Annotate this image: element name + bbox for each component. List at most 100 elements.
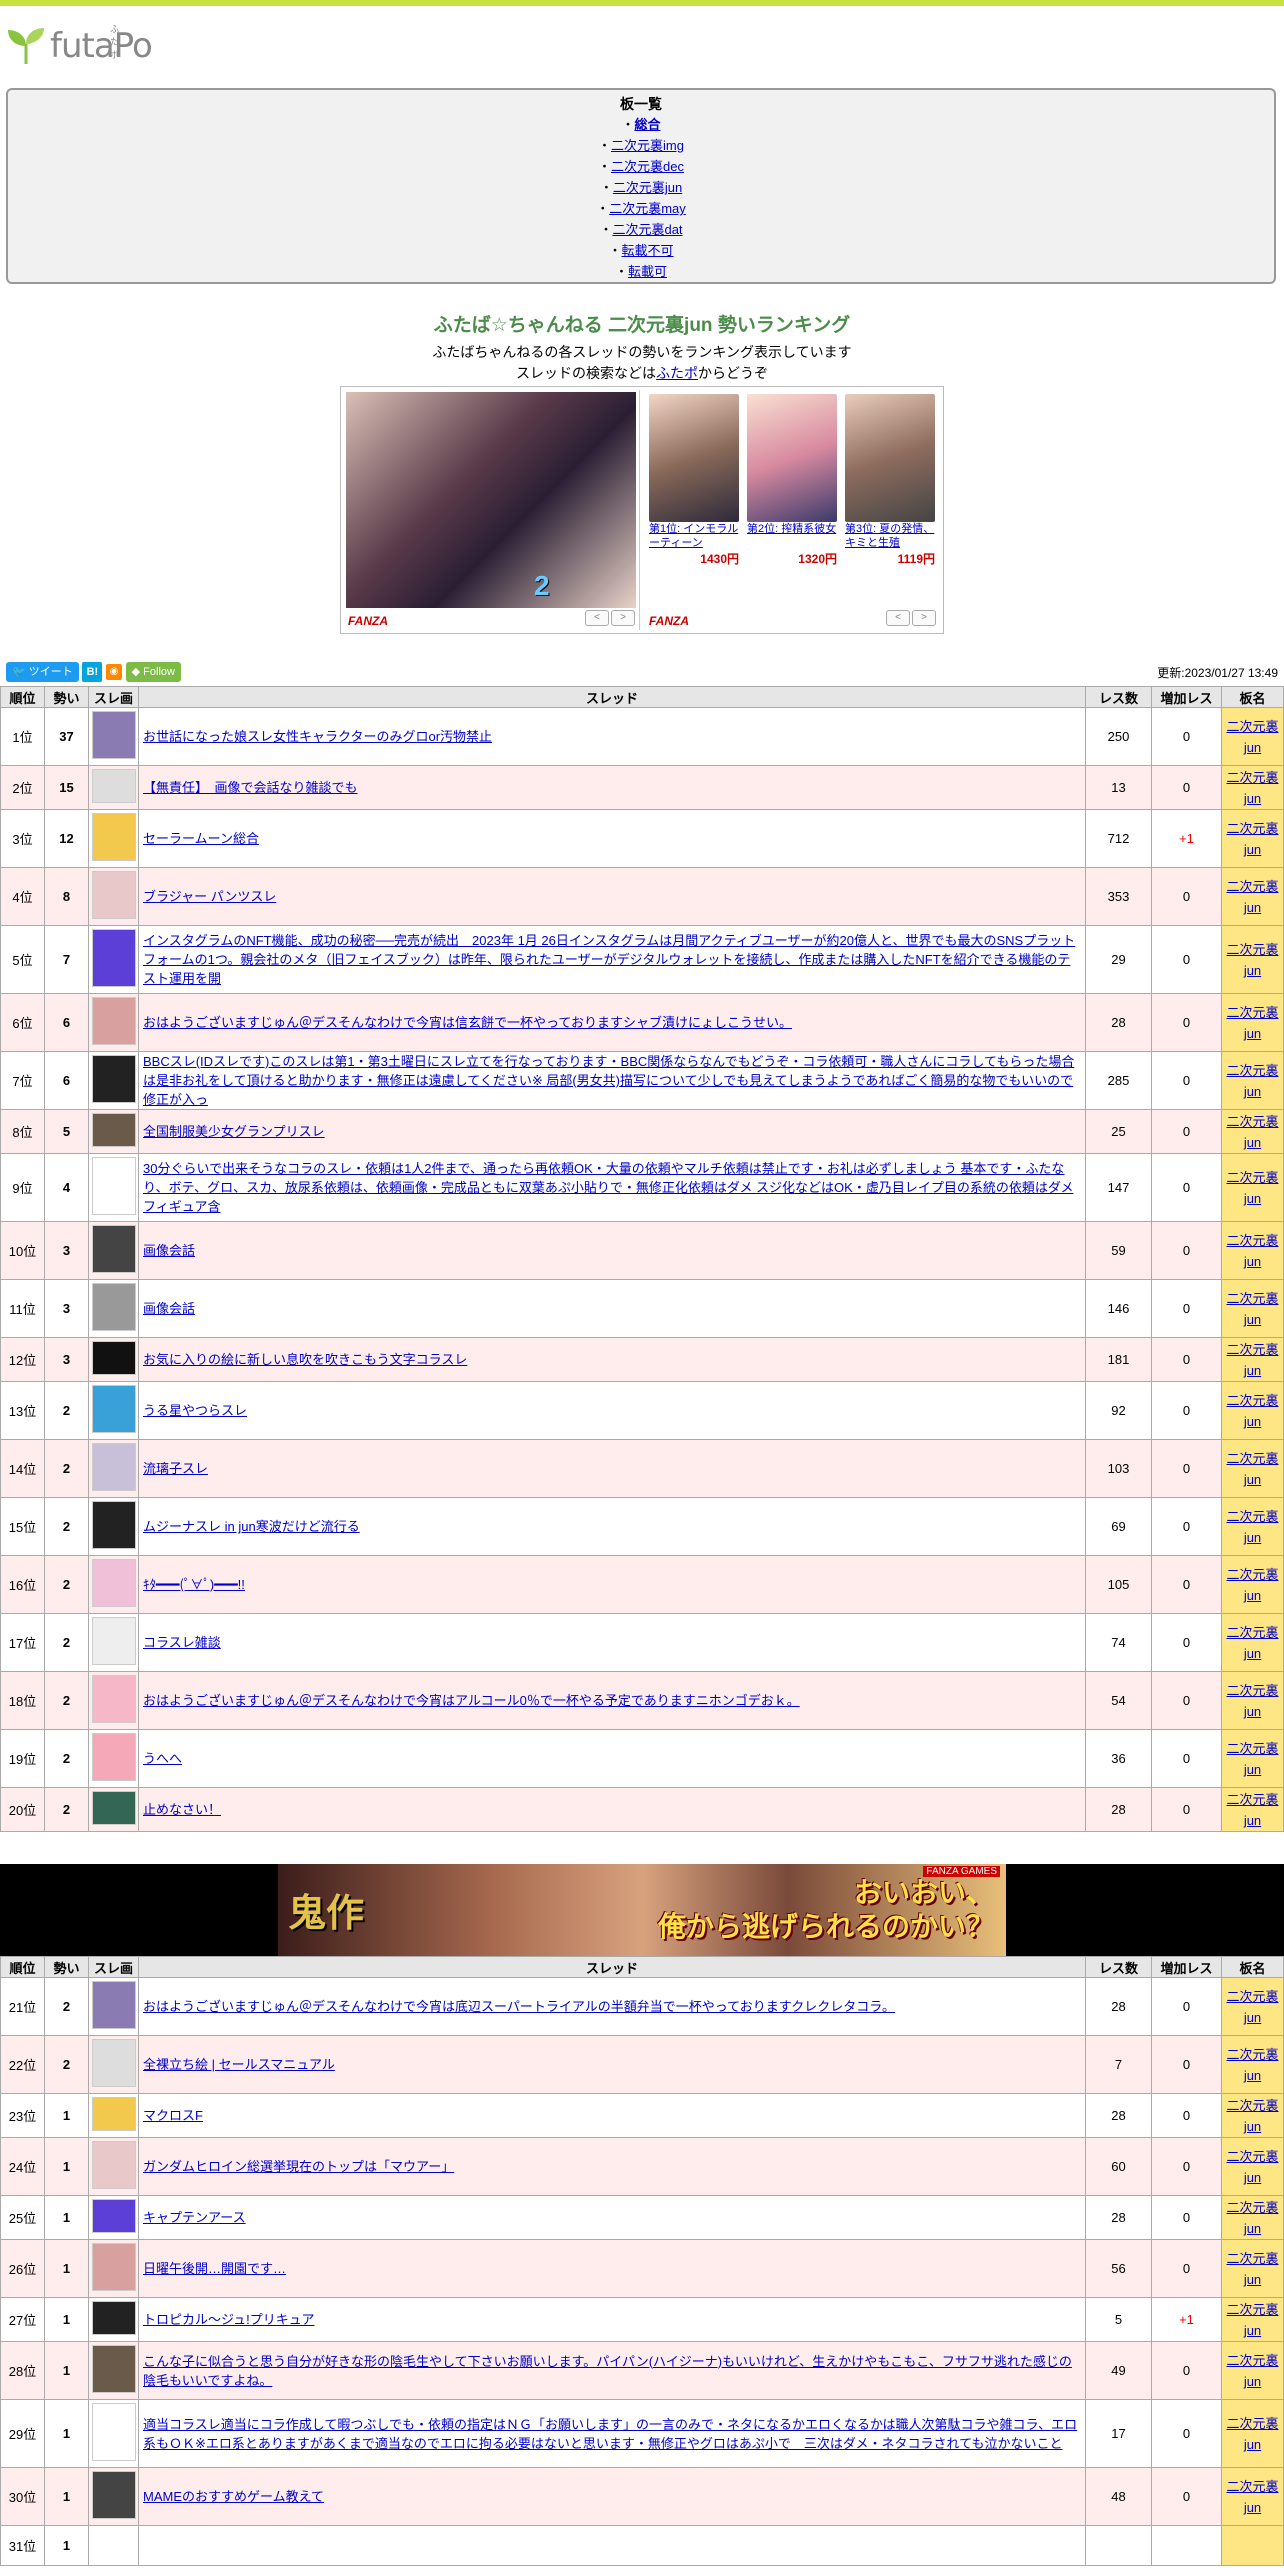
- board-link[interactable]: 二次元裏dec: [611, 159, 684, 174]
- board-name-link[interactable]: 二次元裏jun: [1226, 1170, 1278, 1206]
- board-name-link[interactable]: 二次元裏jun: [1226, 879, 1278, 915]
- thread-thumbnail[interactable]: [91, 1791, 136, 1825]
- thread-link[interactable]: うる星やつらスレ: [143, 1403, 247, 1418]
- thread-link[interactable]: 適当コラスレ適当にコラ作成して暇つぶしでも・依頼の指定はＮＧ「お願いします」の一…: [143, 2417, 1077, 2451]
- thread-thumbnail[interactable]: [91, 2243, 136, 2291]
- rss-icon[interactable]: ◉: [106, 664, 123, 680]
- board-name-link[interactable]: 二次元裏jun: [1226, 1233, 1278, 1269]
- thumbnail-cell[interactable]: [88, 765, 139, 810]
- thumbnail-cell[interactable]: [88, 2525, 139, 2566]
- tweet-button[interactable]: 🐦 ツイート: [6, 662, 79, 682]
- thread-link[interactable]: 流璃子スレ: [143, 1461, 208, 1476]
- thumbnail-cell[interactable]: [88, 1729, 139, 1788]
- thread-link[interactable]: 画像会話: [143, 1301, 195, 1316]
- thread-thumbnail[interactable]: [91, 2471, 136, 2519]
- thumbnail-cell[interactable]: [88, 2093, 139, 2138]
- futapo-link[interactable]: ふたポ: [656, 365, 698, 381]
- board-name-link[interactable]: 二次元裏jun: [1226, 1567, 1278, 1603]
- thread-thumbnail[interactable]: [91, 1617, 136, 1665]
- thumbnail-cell[interactable]: [88, 925, 139, 994]
- thumbnail-cell[interactable]: [88, 2035, 139, 2094]
- board-link[interactable]: 二次元裏may: [609, 201, 686, 216]
- thread-thumbnail[interactable]: [91, 711, 136, 759]
- thread-thumbnail[interactable]: [91, 929, 136, 987]
- thumbnail-cell[interactable]: [88, 2467, 139, 2526]
- board-name-link[interactable]: 二次元裏jun: [1226, 1005, 1278, 1041]
- thumbnail-cell[interactable]: [88, 1051, 139, 1110]
- thread-thumbnail[interactable]: [91, 2097, 136, 2131]
- thread-thumbnail[interactable]: [91, 1157, 136, 1215]
- thread-link[interactable]: ブラジャー パンツスレ: [143, 889, 276, 904]
- board-name-link[interactable]: 二次元裏jun: [1226, 1063, 1278, 1099]
- thread-thumbnail[interactable]: [91, 871, 136, 919]
- thumbnail-cell[interactable]: [88, 707, 139, 766]
- prev-arrow-icon[interactable]: <: [585, 610, 609, 626]
- thumbnail-cell[interactable]: [88, 1221, 139, 1280]
- board-name-link[interactable]: 二次元裏jun: [1226, 1451, 1278, 1487]
- thumbnail-cell[interactable]: [88, 1439, 139, 1498]
- board-link[interactable]: 二次元裏img: [611, 138, 684, 153]
- thread-thumbnail[interactable]: [91, 1501, 136, 1549]
- board-link[interactable]: 二次元裏dat: [612, 222, 682, 237]
- thread-link[interactable]: ガンダムヒロイン総選挙現在のトップは「マウアー」: [143, 2159, 454, 2174]
- feedly-follow-button[interactable]: ◆ Follow: [125, 662, 181, 682]
- thread-link[interactable]: ムジーナスレ in jun寒波だけど流行る: [143, 1519, 360, 1534]
- thumbnail-cell[interactable]: [88, 1613, 139, 1672]
- thread-link[interactable]: MAMEのおすすめゲーム教えて: [143, 2489, 324, 2504]
- thread-link[interactable]: BBCスレ(IDスレです)このスレは第1・第3土曜日にスレ立てを行なっております…: [143, 1054, 1074, 1107]
- board-name-link[interactable]: 二次元裏jun: [1226, 2416, 1278, 2452]
- game-ad-banner[interactable]: 鬼作 FANZA GAMES おいおい、 俺から逃げられるのかい？: [0, 1864, 1284, 1956]
- thumbnail-cell[interactable]: [88, 993, 139, 1052]
- thread-thumbnail[interactable]: [91, 2345, 136, 2393]
- thread-thumbnail[interactable]: [91, 1443, 136, 1491]
- thread-link[interactable]: 全裸立ち絵 | セールスマニュアル: [143, 2057, 335, 2072]
- board-link[interactable]: 総合: [635, 117, 661, 132]
- board-name-link[interactable]: 二次元裏jun: [1226, 821, 1278, 857]
- thumbnail-cell[interactable]: [88, 1555, 139, 1614]
- thumbnail-cell[interactable]: [88, 2399, 139, 2468]
- thumbnail-cell[interactable]: [88, 1977, 139, 2036]
- thread-link[interactable]: トロピカル〜ジュ!プリキュア: [143, 2312, 314, 2327]
- board-name-link[interactable]: 二次元裏jun: [1226, 1509, 1278, 1545]
- thumbnail-cell[interactable]: [88, 2297, 139, 2342]
- thread-thumbnail[interactable]: [91, 1385, 136, 1433]
- thread-link[interactable]: うへへ: [143, 1751, 182, 1766]
- thread-thumbnail[interactable]: [91, 2403, 136, 2461]
- ad-product-1[interactable]: 第1位: インモラルーティーン 1430円: [649, 394, 739, 567]
- board-name-link[interactable]: 二次元裏jun: [1226, 2353, 1278, 2389]
- board-name-link[interactable]: 二次元裏jun: [1226, 1741, 1278, 1777]
- prev-arrow-icon[interactable]: <: [886, 610, 910, 626]
- thread-link[interactable]: おはようございますじゅん＠デスそんなわけで今宵はアルコール0％で一杯やる予定であ…: [143, 1693, 800, 1708]
- thread-thumbnail[interactable]: [91, 813, 136, 861]
- thread-thumbnail[interactable]: [91, 1675, 136, 1723]
- board-name-link[interactable]: 二次元裏jun: [1226, 2479, 1278, 2515]
- thread-link[interactable]: ｷﾀ━━━(ﾟ∀ﾟ)━━━!!: [143, 1577, 245, 1592]
- thread-thumbnail[interactable]: [91, 1733, 136, 1781]
- board-name-link[interactable]: 二次元裏jun: [1226, 1989, 1278, 2025]
- thread-link[interactable]: 【無責任】 画像で会話なり雑談でも: [143, 780, 358, 795]
- thumbnail-cell[interactable]: [88, 809, 139, 868]
- thread-thumbnail[interactable]: [91, 2141, 136, 2189]
- thread-thumbnail[interactable]: [91, 1113, 136, 1147]
- thumbnail-cell[interactable]: [88, 1787, 139, 1832]
- thread-thumbnail[interactable]: [91, 1225, 136, 1273]
- board-name-link[interactable]: 二次元裏jun: [1226, 1342, 1278, 1378]
- thread-link[interactable]: 画像会話: [143, 1243, 195, 1258]
- thread-link[interactable]: インスタグラムのNFT機能、成功の秘密──完売が続出 2023年 1月 26日イ…: [143, 933, 1075, 986]
- thumbnail-cell[interactable]: [88, 1337, 139, 1382]
- thread-link[interactable]: 日曜午後開…開園です…: [143, 2261, 286, 2276]
- thread-link[interactable]: お世話になった娘スレ女性キャラクターのみグロor汚物禁止: [143, 729, 492, 744]
- thread-thumbnail[interactable]: [91, 2199, 136, 2233]
- ad-product-2[interactable]: 第2位: 搾精系彼女 1320円: [747, 394, 837, 567]
- board-name-link[interactable]: 二次元裏jun: [1226, 2200, 1278, 2236]
- thread-thumbnail[interactable]: [91, 2039, 136, 2087]
- board-name-link[interactable]: 二次元裏jun: [1226, 942, 1278, 978]
- board-name-link[interactable]: 二次元裏jun: [1226, 1291, 1278, 1327]
- thumbnail-cell[interactable]: [88, 2341, 139, 2400]
- thread-link[interactable]: セーラームーン総合: [143, 831, 259, 846]
- ad-banner-left[interactable]: 2 FANZA < >: [344, 390, 640, 630]
- thread-link[interactable]: おはようございますじゅん＠デスそんなわけで今宵は底辺スーパートライアルの半額弁当…: [143, 1999, 895, 2014]
- thread-link[interactable]: おはようございますじゅん＠デスそんなわけで今宵は信玄餅で一杯やっておりますシャブ…: [143, 1015, 792, 1030]
- thumbnail-cell[interactable]: [88, 1279, 139, 1338]
- thumbnail-cell[interactable]: [88, 2137, 139, 2196]
